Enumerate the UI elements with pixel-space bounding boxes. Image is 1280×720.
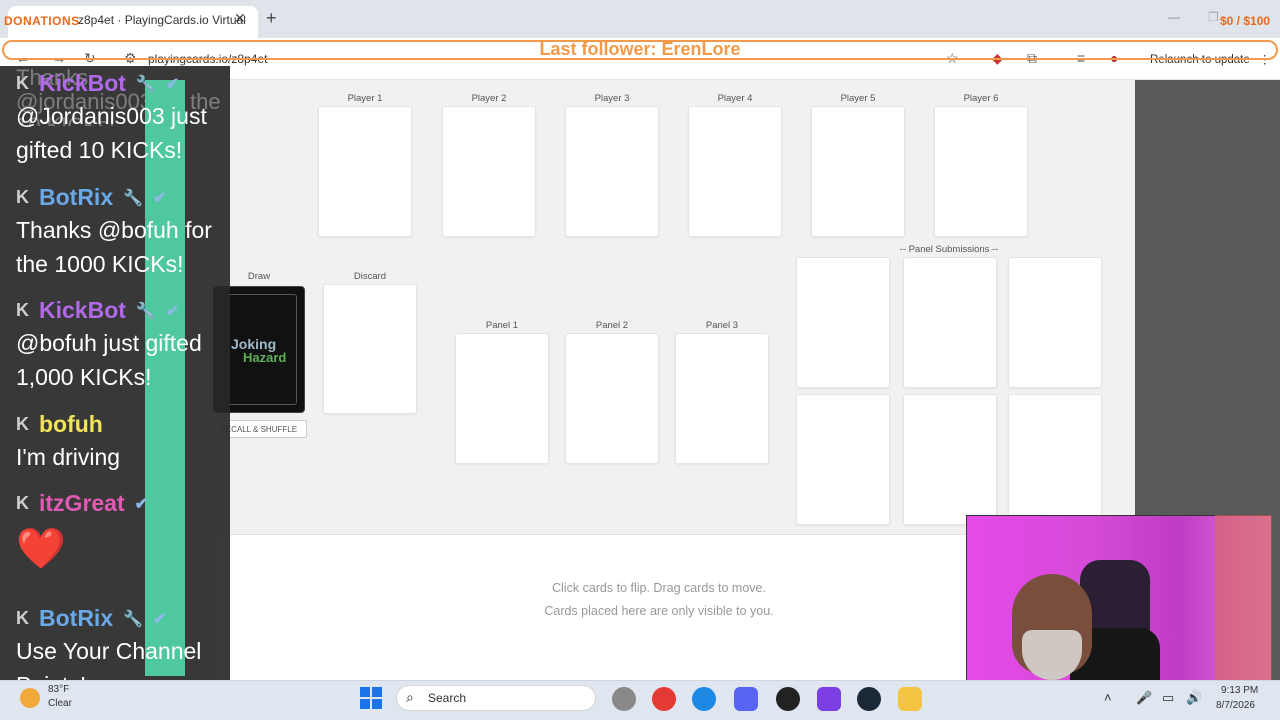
weather-temperature[interactable]: 83°F xyxy=(48,684,69,695)
player-4-slot[interactable] xyxy=(688,106,782,237)
submission-slot[interactable] xyxy=(903,257,997,388)
file-explorer-icon[interactable] xyxy=(898,687,922,711)
taskbar-search-box[interactable] xyxy=(396,685,596,711)
moderator-wrench-icon: 🔧 xyxy=(123,610,144,628)
weather-sun-icon[interactable] xyxy=(20,688,40,708)
chat-text: Thanks @bofuh for the 1000 KICKs! xyxy=(16,217,212,277)
last-follower-text: Last follower: ErenLore xyxy=(539,39,741,59)
chat-text: @Jordanis003 just gifted 10 KICKs! xyxy=(16,103,207,163)
network-icon[interactable]: ▭ xyxy=(1162,690,1174,706)
verified-check-icon: ✔ xyxy=(165,302,180,320)
chat-text: @bofuh just gifted 1,000 KICKs! xyxy=(16,330,202,390)
edge-icon[interactable] xyxy=(692,687,716,711)
chat-text: I'm driving xyxy=(16,444,121,470)
browser-tabstrip: z8p4et · PlayingCards.io Virtual ✕ + — ❐ xyxy=(0,0,1280,38)
search-icon: ⌕ xyxy=(406,689,414,705)
moderator-wrench-icon: 🔧 xyxy=(123,189,144,207)
windows-taskbar xyxy=(0,680,1280,720)
player-label: Player 2 xyxy=(471,93,507,104)
app-icon[interactable] xyxy=(817,687,841,711)
donation-goal: $0 / $100 xyxy=(1220,14,1271,28)
submission-slot[interactable] xyxy=(1008,257,1102,388)
chat-message: K BotRix 🔧 ✔ Thanks @bofuh for the 1000 KIC… xyxy=(16,184,230,281)
steam-icon[interactable] xyxy=(857,687,881,711)
verified-check-icon: ✔ xyxy=(165,75,180,93)
kick-badge-icon: K xyxy=(16,300,29,320)
chrome-icon[interactable] xyxy=(652,687,676,711)
player-3-slot[interactable] xyxy=(565,106,659,237)
chat-username: BotRix xyxy=(39,605,114,631)
player-5-slot[interactable] xyxy=(811,106,905,237)
moderator-wrench-icon: 🔧 xyxy=(135,75,156,93)
kick-badge-icon: K xyxy=(16,608,29,628)
player-6-slot[interactable] xyxy=(934,106,1028,237)
chat-username: KickBot xyxy=(39,297,126,323)
player-label: Player 6 xyxy=(963,93,999,104)
clock-time[interactable]: 9:13 PM xyxy=(1221,685,1258,696)
submission-slot[interactable] xyxy=(796,394,890,525)
weather-condition[interactable]: Clear xyxy=(48,698,72,709)
player-label: Player 3 xyxy=(594,93,630,104)
deck-logo-bottom: Hazard xyxy=(243,350,287,365)
moderator-wrench-icon: 🔧 xyxy=(135,302,156,320)
submissions-label: -- Panel Submissions -- xyxy=(899,244,999,255)
verified-check-icon: ✔ xyxy=(153,610,167,628)
webcam-background-door xyxy=(1215,515,1272,687)
settings-gear-icon[interactable] xyxy=(612,687,636,711)
chat-username: bofuh xyxy=(39,411,103,437)
close-tab-icon[interactable]: ✕ xyxy=(234,10,246,27)
windows-start-icon[interactable] xyxy=(360,687,382,709)
player-label: Player 5 xyxy=(840,93,876,104)
discord-icon[interactable] xyxy=(734,687,758,711)
tab-title: z8p4et · PlayingCards.io Virtual xyxy=(78,13,246,27)
chat-message: K KickBot 🔧 ✔ @bofuh just gifted 1,000 KICK… xyxy=(16,297,230,394)
panel-label: Panel 3 xyxy=(705,320,739,331)
chat-message: K KickBot 🔧 ✔ @Jordanis003 just gifted 10 K… xyxy=(16,70,230,167)
chat-username: BotRix xyxy=(39,184,114,210)
minimize-icon[interactable]: — xyxy=(1168,10,1180,24)
chat-username: KickBot xyxy=(39,70,126,96)
maximize-icon[interactable]: ❐ xyxy=(1208,10,1219,24)
microphone-icon[interactable]: 🎤 xyxy=(1136,690,1152,706)
panel-label: Panel 1 xyxy=(485,320,519,331)
player-1-slot[interactable] xyxy=(318,106,412,237)
submission-slot[interactable] xyxy=(796,257,890,388)
donations-label: DONATIONS xyxy=(4,14,80,28)
player-label: Player 4 xyxy=(717,93,753,104)
chat-message: KitzGreat ✔ ❤️ xyxy=(16,490,230,579)
kick-badge-icon: K xyxy=(16,493,29,513)
tray-overflow-icon[interactable]: ˄ xyxy=(1104,690,1112,705)
chat-message: Kbofuh I'm driving xyxy=(16,411,230,474)
discard-slot[interactable] xyxy=(323,284,417,414)
panel-label: Panel 2 xyxy=(595,320,629,331)
heart-emote: ❤️ xyxy=(16,527,66,571)
clock-date[interactable]: 8/7/2026 xyxy=(1216,700,1255,711)
chat-username: itzGreat xyxy=(39,490,125,516)
verified-check-icon: ✔ xyxy=(153,189,167,207)
submission-slot[interactable] xyxy=(903,394,997,525)
player-label: Player 1 xyxy=(347,93,383,104)
kick-badge-icon: K xyxy=(16,414,29,434)
panel-2-slot[interactable] xyxy=(565,333,659,464)
discard-label: Discard xyxy=(353,271,387,282)
panel-1-slot[interactable] xyxy=(455,333,549,464)
kick-badge-icon: K xyxy=(16,187,29,207)
panel-3-slot[interactable] xyxy=(675,333,769,464)
volume-icon[interactable]: 🔊 xyxy=(1186,690,1202,706)
player-2-slot[interactable] xyxy=(442,106,536,237)
submission-slot[interactable] xyxy=(1008,394,1102,525)
obs-icon[interactable] xyxy=(776,687,800,711)
kick-badge-icon: K xyxy=(16,73,29,93)
verified-check-icon: ✔ xyxy=(134,495,149,513)
search-label: Search xyxy=(428,691,467,705)
new-tab-icon[interactable]: + xyxy=(266,8,277,29)
